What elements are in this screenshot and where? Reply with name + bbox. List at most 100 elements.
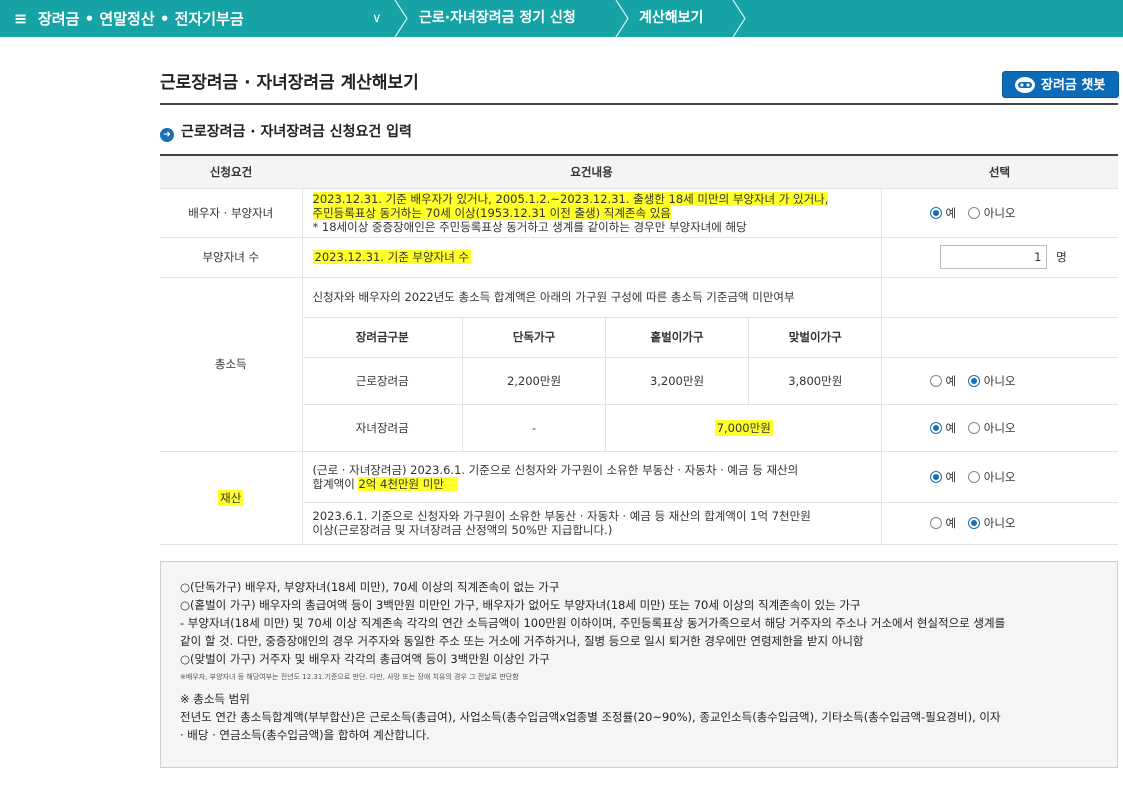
asset-text-1a: (근로 · 자녀장려금) 2023.6.1. 기준으로 신청자와 가구원이 소유… xyxy=(312,462,799,477)
radio-label: 아니오 xyxy=(983,373,1016,388)
radio-unchecked-icon xyxy=(929,517,942,529)
radio-label: 예 xyxy=(945,420,957,435)
radio-label: 아니오 xyxy=(983,516,1016,530)
dependents-text: 2023.12.31. 기준 부양자녀 수 xyxy=(312,250,472,264)
income-subtable-work: 근로장려금 2,200만원 3,200만원 3,800만원 xyxy=(302,357,882,404)
dependents-count-input[interactable]: 1 xyxy=(939,245,1047,269)
asset2-no-radio[interactable]: 아니오 xyxy=(967,515,1016,531)
radio-unchecked-icon xyxy=(967,206,980,219)
asset-select-1: 예 아니오 xyxy=(880,451,1118,503)
section-title: ➜ 근로장려금 · 자녀장려금 신청요건 입력 xyxy=(160,121,412,142)
work-dual-earner-value: 3,800만원 xyxy=(788,373,843,388)
breadcrumb-separator-icon xyxy=(615,0,629,37)
asset-text-2b: 이상(근로장려금 및 자녀장려금 산정액의 50%만 지급합니다.) xyxy=(312,523,613,537)
row-label-spouse: 배우자 · 부양자녀 xyxy=(160,188,303,238)
income-empty-cell xyxy=(880,277,1118,318)
row-label-asset: 재산 xyxy=(218,489,244,506)
note-line: ○(단독가구) 배우자, 부양자녀(18세 미만), 70세 이상의 직계존속이… xyxy=(180,580,560,594)
table-row: 자녀장려금 - 7,000만원 예 아니오 xyxy=(160,404,1118,452)
work-income-select: 예 아니오 xyxy=(880,357,1118,405)
header-select: 선택 xyxy=(881,154,1118,189)
radio-unchecked-icon xyxy=(967,421,980,434)
table-row: 재산 (근로 · 자녀장려금) 2023.6.1. 기준으로 신청자와 가구원이… xyxy=(160,451,1118,545)
chatbot-button-label: 장려금 챗봇 xyxy=(1041,78,1106,93)
work-income-yes-radio[interactable]: 예 xyxy=(929,373,957,389)
top-nav-bar: ≡ 장려금 • 연말정산 • 전자기부금 ∨ 근로·자녀장려금 정기 신청 계산해… xyxy=(0,0,1123,37)
asset1-yes-radio[interactable]: 예 xyxy=(929,469,957,485)
asset-text-2a: 2023.6.1. 기준으로 신청자와 가구원이 소유한 부동산 · 자동차 ·… xyxy=(312,509,811,523)
spouse-no-radio[interactable]: 아니오 xyxy=(967,205,1016,221)
income-subtable-child: 자녀장려금 - 7,000만원 xyxy=(302,404,882,451)
income-subtable-header: 장려금구분 단독가구 홑벌이가구 맞벌이가구 xyxy=(302,317,882,357)
breadcrumb-separator-icon xyxy=(394,0,408,37)
spouse-text-line3: * 18세이상 중증장애인은 주민등록표상 동거하고 생계를 같이하는 경우만 … xyxy=(312,219,747,234)
work-single-value: 2,200만원 xyxy=(462,357,606,404)
radio-label: 아니오 xyxy=(983,420,1016,435)
note-line: 같이 할 것. 다만, 중증장애인의 경우 거주자와 동일한 주소 또는 거소에… xyxy=(180,634,864,648)
arrow-circle-icon: ➜ xyxy=(160,128,174,142)
sub-header-single: 단독가구 xyxy=(462,317,606,357)
sub-header-type: 장려금구분 xyxy=(302,317,463,357)
table-row: 부양자녀 수 2023.12.31. 기준 부양자녀 수 1 명 xyxy=(160,237,1118,278)
spouse-content: 2023.12.31. 기준 배우자가 있거나, 2005.1.2.~2023.… xyxy=(302,188,881,238)
child-income-no-radio[interactable]: 아니오 xyxy=(967,420,1016,436)
income-child-cell: 자녀장려금 - 7,000만원 xyxy=(302,404,882,452)
table-row: 총소득 신청자와 배우자의 2022년도 총소득 합계액은 아래의 가구원 구성… xyxy=(160,277,1118,452)
income-subheader-cell: 장려금구분 단독가구 홑벌이가구 맞벌이가구 xyxy=(302,317,882,358)
breadcrumb-item-apply[interactable]: 근로·자녀장려금 정기 신청 xyxy=(419,0,576,37)
radio-label: 예 xyxy=(945,469,957,484)
requirements-table: 신청요건 요건내용 선택 배우자 · 부양자녀 2023.12.31. 기준 배… xyxy=(160,154,1118,545)
radio-checked-icon xyxy=(967,517,980,529)
hamburger-icon: ≡ xyxy=(14,9,28,28)
income-intro: 신청자와 배우자의 2022년도 총소득 합계액은 아래의 가구원 구성에 따른… xyxy=(302,277,881,318)
note-line: ○(맞벌이 가구) 거주자 및 배우자 각각의 총급여액 등이 3백만원 이상인… xyxy=(180,652,550,666)
spouse-select: 예 아니오 xyxy=(880,188,1118,238)
main-menu-button[interactable]: ≡ 장려금 • 연말정산 • 전자기부금 xyxy=(14,0,244,37)
sub-header-dual-earner: 맞벌이가구 xyxy=(788,330,842,344)
chevron-down-icon[interactable]: ∨ xyxy=(372,0,382,37)
section-title-text: 근로장려금 · 자녀장려금 신청요건 입력 xyxy=(181,124,412,140)
chatbot-button[interactable]: 장려금 챗봇 xyxy=(1002,71,1119,98)
radio-checked-icon xyxy=(929,470,942,483)
main-menu-label: 장려금 • 연말정산 • 전자기부금 xyxy=(38,10,244,28)
table-row: 근로장려금 2,200만원 3,200만원 3,800만원 예 아니오 xyxy=(160,357,1118,405)
child-single-value: - xyxy=(462,404,606,451)
radio-unchecked-icon xyxy=(929,374,942,387)
asset-select-2: 예 아니오 xyxy=(880,502,1118,545)
row-label-income: 총소득 xyxy=(160,277,303,452)
title-divider xyxy=(160,103,1118,105)
dependents-select: 1 명 xyxy=(880,237,1118,278)
income-range-line1: 전년도 연간 총소득합계액(부부합산)은 근로소득(총급여), 사업소득(총수입… xyxy=(180,710,1001,724)
asset-text-1b: 합계액이 2억 4천만원 미만 xyxy=(312,476,871,491)
radio-checked-icon xyxy=(929,421,942,434)
asset1-no-radio[interactable]: 아니오 xyxy=(967,469,1016,485)
child-merged-cell: 7,000만원 xyxy=(606,405,882,451)
notes-box: ○(단독가구) 배우자, 부양자녀(18세 미만), 70세 이상의 직계존속이… xyxy=(160,561,1118,768)
radio-checked-icon xyxy=(929,206,942,219)
note-small-print: ※배우자, 부양자녀 등 해당여부는 전년도 12.31.기준으로 판단. 다만… xyxy=(180,673,519,681)
note-line: - 부양자녀(18세 미만) 및 70세 이상 직계존속 각각의 연간 소득금액… xyxy=(180,616,1006,630)
asset-threshold: 2억 4천만원 미만 xyxy=(358,476,458,491)
radio-label: 아니오 xyxy=(983,205,1016,220)
income-range-title: ※ 총소득 범위 xyxy=(180,692,250,706)
asset-content-2: 2023.6.1. 기준으로 신청자와 가구원이 소유한 부동산 · 자동차 ·… xyxy=(302,502,881,545)
row-label-asset-cell: 재산 xyxy=(160,451,303,545)
radio-label: 예 xyxy=(945,516,957,530)
income-work-cell: 근로장려금 2,200만원 3,200만원 3,800만원 xyxy=(302,357,882,405)
child-income-yes-radio[interactable]: 예 xyxy=(929,420,957,436)
radio-label: 예 xyxy=(945,373,957,388)
radio-label: 예 xyxy=(945,205,957,220)
asset-content-1: (근로 · 자녀장려금) 2023.6.1. 기준으로 신청자와 가구원이 소유… xyxy=(302,451,881,503)
header-requirement: 신청요건 xyxy=(160,154,302,189)
child-income-select: 예 아니오 xyxy=(880,404,1118,452)
work-income-no-radio[interactable]: 아니오 xyxy=(967,373,1016,389)
dependents-unit: 명 xyxy=(1056,249,1067,264)
breadcrumb-separator-icon xyxy=(732,0,746,37)
child-merged-value: 7,000만원 xyxy=(714,419,773,436)
asset2-yes-radio[interactable]: 예 xyxy=(929,515,957,531)
spouse-yes-radio[interactable]: 예 xyxy=(929,205,957,221)
radio-unchecked-icon xyxy=(967,470,980,483)
spouse-text-line1: 2023.12.31. 기준 배우자가 있거나, 2005.1.2.~2023.… xyxy=(312,191,829,206)
asset-text-prefix: 합계액이 xyxy=(312,476,359,491)
breadcrumb-item-calculate[interactable]: 계산해보기 xyxy=(639,0,703,37)
